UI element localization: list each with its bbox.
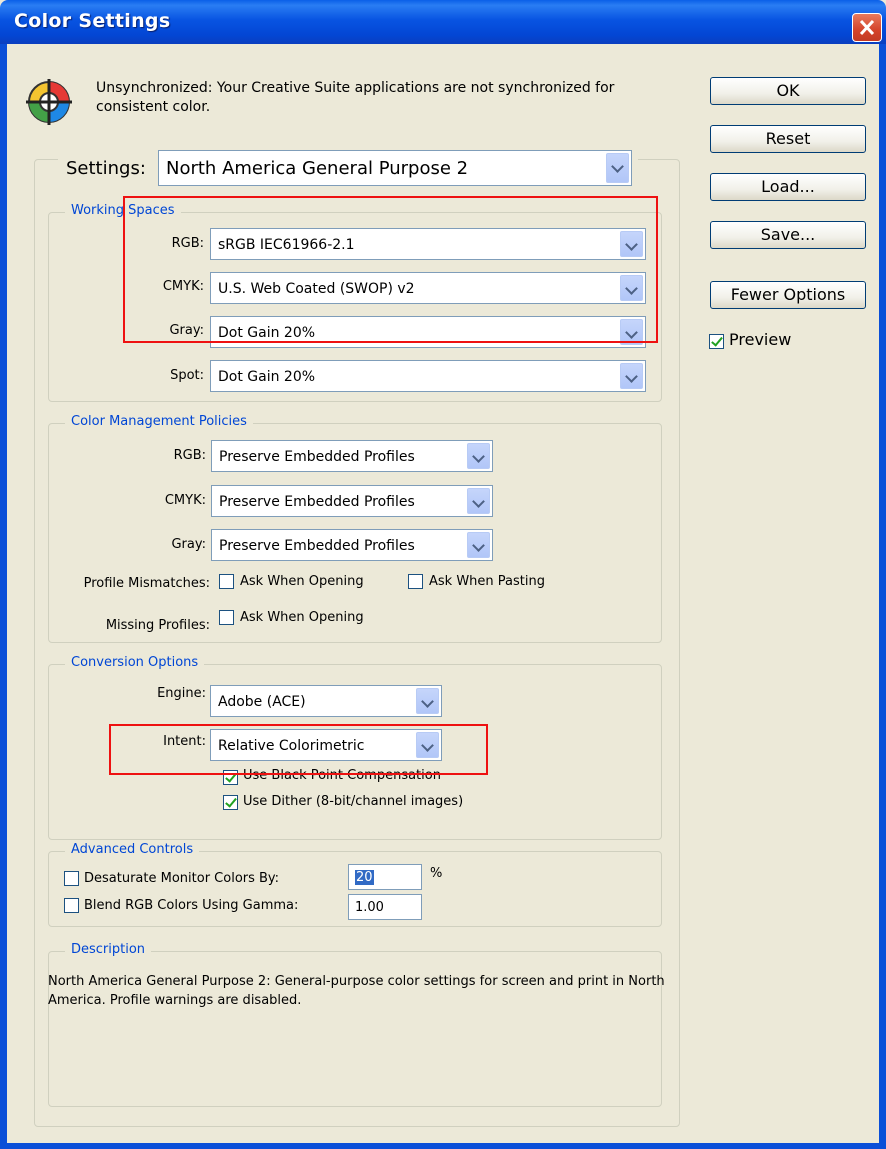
title-bar[interactable]: Color Settings — [0, 0, 886, 44]
ws-spot-value: Dot Gain 20% — [218, 369, 316, 385]
preview-checkbox[interactable] — [709, 334, 724, 349]
desaturate-input[interactable]: 20 — [348, 864, 422, 890]
mismatch-ask-pasting-checkbox[interactable] — [408, 574, 423, 589]
blend-gamma-input[interactable]: 1.00 — [348, 894, 422, 920]
mismatch-ask-opening-label: Ask When Opening — [240, 574, 364, 589]
window-frame-bottom — [0, 1143, 886, 1149]
close-icon — [859, 19, 875, 36]
policy-cmyk-select[interactable]: Preserve Embedded Profiles — [211, 485, 493, 517]
fewer-options-button[interactable]: Fewer Options — [710, 281, 866, 309]
load-button[interactable]: Load... — [710, 173, 866, 201]
window-frame-right — [879, 44, 886, 1149]
settings-value: North America General Purpose 2 — [166, 158, 469, 179]
ws-spot-label: Spot: — [170, 368, 204, 383]
policy-gray-value: Preserve Embedded Profiles — [219, 538, 415, 554]
close-button[interactable] — [852, 13, 882, 42]
mismatch-ask-opening-checkbox[interactable] — [219, 574, 234, 589]
desaturate-label: Desaturate Monitor Colors By: — [84, 871, 280, 886]
policy-cmyk-label: CMYK: — [164, 493, 206, 508]
policy-rgb-value: Preserve Embedded Profiles — [219, 449, 415, 465]
policy-gray-select[interactable]: Preserve Embedded Profiles — [211, 529, 493, 561]
missing-ask-opening-checkbox[interactable] — [219, 610, 234, 625]
missing-ask-opening-label: Ask When Opening — [240, 610, 364, 625]
description-text: North America General Purpose 2: General… — [48, 974, 665, 1008]
dither-checkbox[interactable] — [223, 795, 238, 810]
ok-button[interactable]: OK — [710, 77, 866, 105]
color-sync-icon — [26, 79, 72, 125]
preview-label: Preview — [729, 330, 792, 349]
engine-select[interactable]: Adobe (ACE) — [210, 685, 442, 717]
policy-rgb-select[interactable]: Preserve Embedded Profiles — [211, 440, 493, 472]
dither-label: Use Dither (8-bit/channel images) — [243, 794, 464, 809]
settings-label: Settings: — [66, 158, 146, 179]
highlight-intent — [109, 724, 488, 775]
save-button[interactable]: Save... — [710, 221, 866, 249]
engine-value: Adobe (ACE) — [218, 694, 306, 710]
policy-gray-label: Gray: — [171, 537, 206, 552]
engine-label: Engine: — [157, 686, 206, 701]
policy-rgb-label: RGB: — [173, 448, 206, 463]
policies-title: Color Management Policies — [65, 413, 253, 431]
policy-cmyk-value: Preserve Embedded Profiles — [219, 494, 415, 510]
profile-mismatches-label: Profile Mismatches: — [83, 576, 210, 591]
chevron-down-icon[interactable] — [467, 443, 490, 469]
chevron-down-icon[interactable] — [467, 532, 490, 558]
chevron-down-icon[interactable] — [467, 488, 490, 514]
description-title: Description — [65, 941, 152, 959]
reset-button[interactable]: Reset — [710, 125, 866, 153]
conversion-title: Conversion Options — [65, 654, 205, 672]
sync-status-message: Unsynchronized: Your Creative Suite appl… — [96, 80, 615, 115]
highlight-working-spaces — [123, 196, 658, 343]
blend-gamma-checkbox[interactable] — [64, 898, 79, 913]
chevron-down-icon[interactable] — [416, 688, 439, 714]
desaturate-value: 20 — [355, 870, 374, 885]
settings-select[interactable]: North America General Purpose 2 — [158, 150, 632, 186]
ws-spot-select[interactable]: Dot Gain 20% — [210, 360, 646, 392]
desaturate-unit: % — [430, 866, 443, 881]
blend-gamma-label: Blend RGB Colors Using Gamma: — [84, 898, 299, 913]
chevron-down-icon[interactable] — [620, 363, 643, 389]
missing-profiles-label: Missing Profiles: — [105, 618, 210, 633]
chevron-down-icon[interactable] — [606, 153, 629, 183]
window-title: Color Settings — [14, 10, 171, 32]
window-frame-left — [0, 44, 7, 1149]
advanced-title: Advanced Controls — [65, 841, 200, 859]
desaturate-checkbox[interactable] — [64, 871, 79, 886]
mismatch-ask-pasting-label: Ask When Pasting — [429, 574, 545, 589]
